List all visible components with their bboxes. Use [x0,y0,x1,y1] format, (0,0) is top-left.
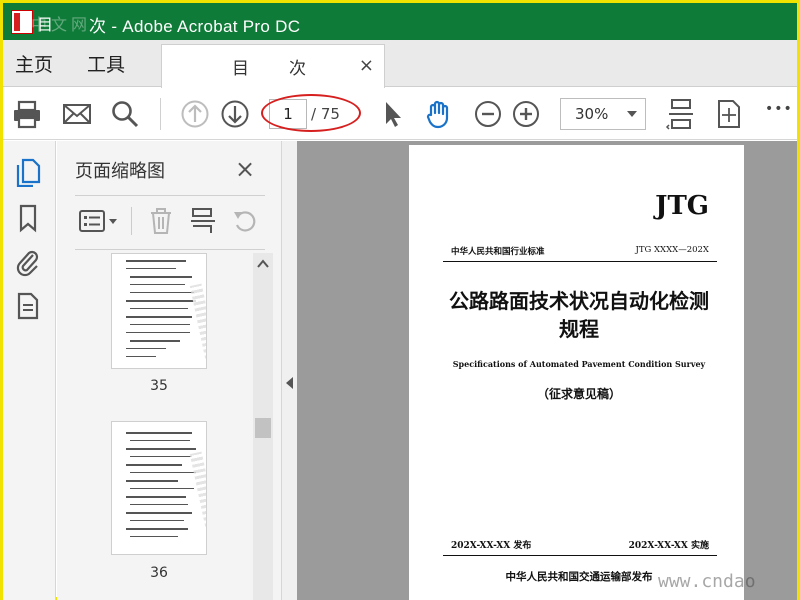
tab-document-title: 目次 [232,59,346,79]
menu-home[interactable]: 主页 [15,50,53,77]
rotate-icon[interactable] [231,207,259,235]
title-bar: 中文网 目 次 - Adobe Acrobat Pro DC [3,3,797,40]
watermark-text: www.cndao [658,571,756,592]
divider [75,249,265,250]
document-title: 公路路面技术状况自动化检测 规程 [429,287,729,343]
issue-date: 202X-XX-XX 发布 [451,541,532,551]
zoom-in-icon[interactable] [510,98,542,130]
thumbnail-page-number: 36 [150,565,168,581]
title-prefix: 目 [37,15,54,34]
tab-row: 主页 工具 目次 × [3,40,797,88]
menu-tools[interactable]: 工具 [87,50,125,77]
fit-page-icon[interactable] [665,98,697,130]
english-title: Specifications of Automated Pavement Con… [452,359,706,369]
page-insert-icon[interactable] [189,207,217,235]
standard-type: 中华人民共和国行业标准 [451,247,545,257]
chevron-down-icon [627,111,637,117]
print-icon[interactable] [11,98,43,130]
divider [131,207,132,235]
thumbnail-page-number: 35 [150,378,168,394]
standard-number: JTG XXXX—202X [635,245,709,255]
tab-document[interactable]: 目次 × [161,44,385,88]
more-tools-icon[interactable]: ••• [765,101,793,117]
arrow-up-circle-icon[interactable] [179,98,211,130]
thumbnail-page-36[interactable] [111,421,207,555]
collapse-panel-icon[interactable] [286,377,293,389]
panel-close-button[interactable]: × [235,155,255,183]
toolbar: 1 / 75 30% ••• [3,88,797,140]
zoom-value: 30% [575,105,609,123]
document-title-line1: 公路路面技术状况自动化检测 [449,289,709,313]
search-icon[interactable] [109,98,141,130]
implement-date: 202X-XX-XX 实施 [628,541,709,551]
thumbnail-options-icon[interactable] [79,209,119,233]
divider [443,261,717,262]
panel-title: 页面缩略图 [75,161,165,182]
toolbar-separator [160,98,161,130]
standard-code: JTG [655,191,709,221]
divider [75,195,265,196]
email-icon[interactable] [61,98,93,130]
document-icon[interactable] [14,291,42,321]
zoom-select[interactable]: 30% [560,98,646,130]
left-rail [3,141,56,600]
document-viewport[interactable]: JTG 中华人民共和国行业标准 JTG XXXX—202X 公路路面技术状况自动… [297,141,797,600]
document-page: JTG 中华人民共和国行业标准 JTG XXXX—202X 公路路面技术状况自动… [409,145,744,600]
page-thumbnails-icon[interactable] [14,157,42,187]
thumbnail-scrollbar[interactable] [253,253,273,600]
scrollbar-thumb[interactable] [255,418,271,438]
page-thumbnails-panel: 页面缩略图 × 35 36 [57,141,281,600]
window-title: 次 - Adobe Acrobat Pro DC [89,17,301,36]
trash-icon[interactable] [147,207,175,235]
panel-toolbar [75,205,275,237]
bookmark-icon[interactable] [14,203,42,233]
full-screen-icon[interactable] [713,98,745,130]
draft-note: （征求意见稿） [536,387,621,401]
arrow-down-circle-icon[interactable] [219,98,251,130]
attachment-icon[interactable] [14,247,42,277]
highlight-ellipse [261,94,361,132]
document-title-line2: 规程 [559,317,599,341]
select-cursor-icon[interactable] [377,98,409,130]
acrobat-app-icon [11,9,33,34]
scroll-up-icon[interactable] [257,259,269,269]
hand-tool-icon[interactable] [423,98,455,130]
divider [443,555,717,556]
zoom-out-icon[interactable] [472,98,504,130]
tab-close-button[interactable]: × [359,55,374,76]
thumbnail-page-35[interactable] [111,253,207,369]
panel-splitter[interactable] [281,141,297,600]
